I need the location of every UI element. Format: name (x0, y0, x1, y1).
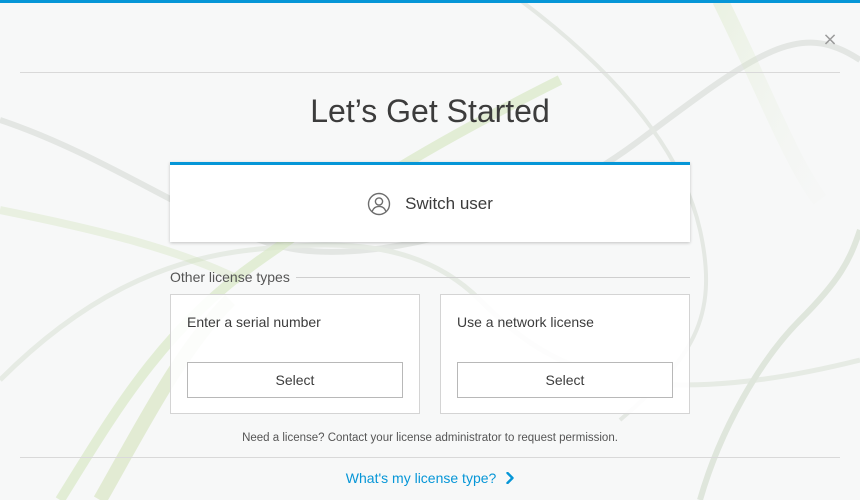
network-license-select-button[interactable]: Select (457, 362, 673, 398)
serial-number-card: Enter a serial number Select (170, 294, 420, 414)
network-license-label: Use a network license (457, 314, 594, 330)
user-circle-icon (367, 192, 391, 215)
switch-user-button[interactable]: Switch user (170, 162, 690, 242)
section-divider (295, 276, 690, 278)
footer-divider (20, 457, 840, 458)
switch-user-label: Switch user (405, 193, 493, 213)
page-title: Let’s Get Started (310, 93, 550, 129)
license-type-link[interactable]: What's my license type? (0, 470, 860, 486)
background-artwork (0, 0, 860, 500)
close-icon[interactable]: × (822, 31, 838, 49)
header-divider (20, 72, 840, 73)
need-license-text: Need a license? Contact your license adm… (242, 432, 618, 444)
network-license-card: Use a network license Select (440, 294, 690, 414)
top-accent-bar (0, 0, 860, 3)
chevron-right-icon (506, 472, 514, 484)
serial-number-label: Enter a serial number (187, 314, 321, 330)
serial-number-select-button[interactable]: Select (187, 362, 403, 398)
other-license-types-label: Other license types (170, 269, 290, 285)
license-type-link-text[interactable]: What's my license type? (346, 470, 497, 486)
other-license-types-header: Other license types (170, 268, 690, 286)
